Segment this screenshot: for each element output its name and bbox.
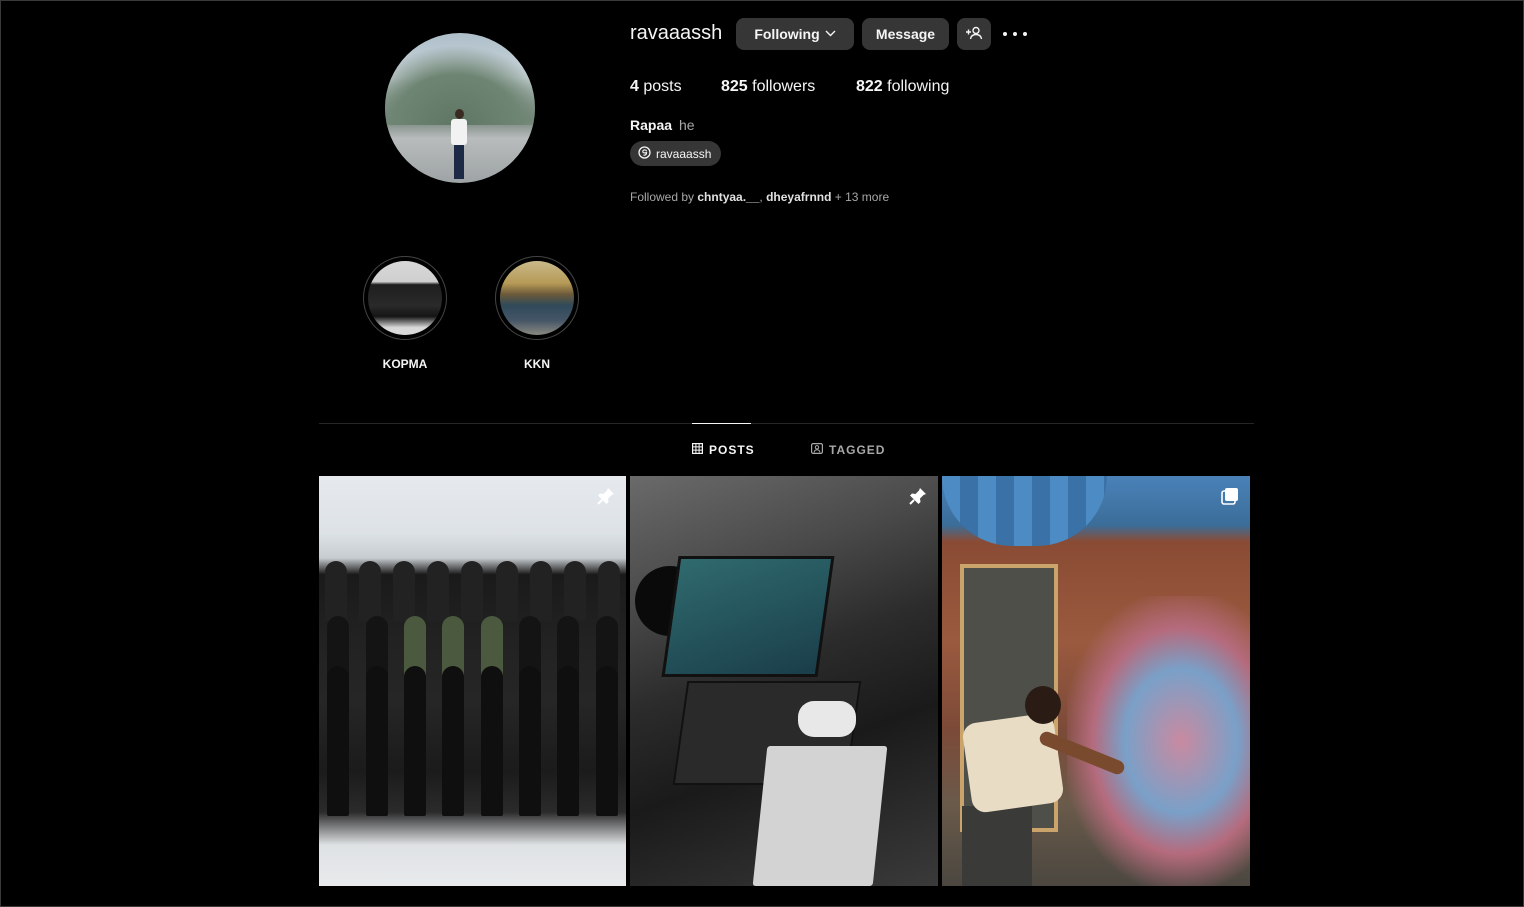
profile-username: ravaaassh bbox=[630, 22, 723, 44]
avatar-person bbox=[451, 109, 467, 179]
message-button-label: Message bbox=[875, 26, 936, 42]
followed-by-user-2[interactable]: dheyafrnnd bbox=[766, 190, 831, 204]
pin-icon bbox=[908, 486, 928, 511]
posts-count-label: posts bbox=[638, 78, 682, 95]
message-button[interactable]: Message bbox=[862, 18, 949, 50]
following-button[interactable]: Following bbox=[736, 18, 854, 50]
highlight-kopma[interactable]: KOPMA bbox=[363, 256, 447, 371]
photo-back-row bbox=[319, 561, 626, 621]
highlight-ring bbox=[495, 256, 579, 340]
following-count-value: 822 bbox=[856, 78, 883, 95]
photo-money-wall bbox=[1067, 596, 1250, 886]
post-thumbnail-group-photo[interactable] bbox=[319, 476, 626, 886]
photo-laptop-screen bbox=[661, 556, 835, 677]
post-thumbnail-desk-setup[interactable] bbox=[630, 476, 938, 886]
tab-posts[interactable]: POSTS bbox=[692, 443, 755, 457]
more-options-icon[interactable] bbox=[1003, 22, 1027, 46]
followers-link[interactable]: 825 followers bbox=[721, 78, 815, 96]
threads-handle: ravaaassh bbox=[656, 146, 712, 161]
post-thumbnail-money-mural[interactable] bbox=[942, 476, 1250, 886]
threads-icon bbox=[638, 145, 656, 162]
photo-controller bbox=[798, 701, 856, 737]
tab-tagged-label: TAGGED bbox=[829, 443, 886, 457]
following-button-label: Following bbox=[754, 26, 820, 42]
carousel-icon bbox=[1220, 486, 1240, 511]
posts-count-value: 4 bbox=[630, 78, 639, 95]
chevron-down-icon bbox=[825, 28, 836, 40]
followed-by-suffix: + 13 more bbox=[831, 190, 890, 204]
profile-full-name: Rapaa bbox=[630, 117, 673, 133]
highlight-cover-image bbox=[500, 261, 574, 335]
posts-count: 4 posts bbox=[630, 78, 682, 96]
threads-badge[interactable]: ravaaassh bbox=[630, 141, 722, 166]
highlight-label: KKN bbox=[524, 357, 550, 371]
pin-icon bbox=[596, 486, 616, 511]
active-tab-indicator bbox=[692, 423, 751, 424]
tab-tagged[interactable]: TAGGED bbox=[811, 443, 885, 457]
grid-icon bbox=[692, 443, 709, 457]
following-count-label: following bbox=[882, 78, 950, 95]
followed-by-user-1[interactable]: chntyaa.__ bbox=[697, 190, 759, 204]
profile-avatar[interactable] bbox=[385, 33, 535, 183]
following-link[interactable]: 822 following bbox=[856, 78, 949, 96]
highlight-label: KOPMA bbox=[382, 357, 428, 371]
followed-by-text[interactable]: Followed by chntyaa.__, dheyafrnnd + 13 … bbox=[630, 190, 889, 204]
highlight-cover-image bbox=[368, 261, 442, 335]
profile-pronouns: he bbox=[679, 117, 695, 133]
tab-posts-label: POSTS bbox=[709, 443, 755, 457]
followed-by-prefix: Followed by bbox=[630, 190, 698, 204]
photo-front-row bbox=[319, 666, 626, 816]
highlight-kkn[interactable]: KKN bbox=[495, 256, 579, 371]
highlight-ring bbox=[363, 256, 447, 340]
tabs-divider bbox=[319, 423, 1254, 424]
photo-awning bbox=[942, 476, 1107, 546]
add-person-icon bbox=[965, 26, 983, 43]
photo-man bbox=[957, 686, 1127, 886]
tagged-icon bbox=[811, 443, 829, 457]
suggested-accounts-button[interactable] bbox=[957, 18, 991, 50]
followers-count-value: 825 bbox=[721, 78, 748, 95]
photo-keyboard bbox=[752, 746, 888, 886]
followers-count-label: followers bbox=[747, 78, 816, 95]
